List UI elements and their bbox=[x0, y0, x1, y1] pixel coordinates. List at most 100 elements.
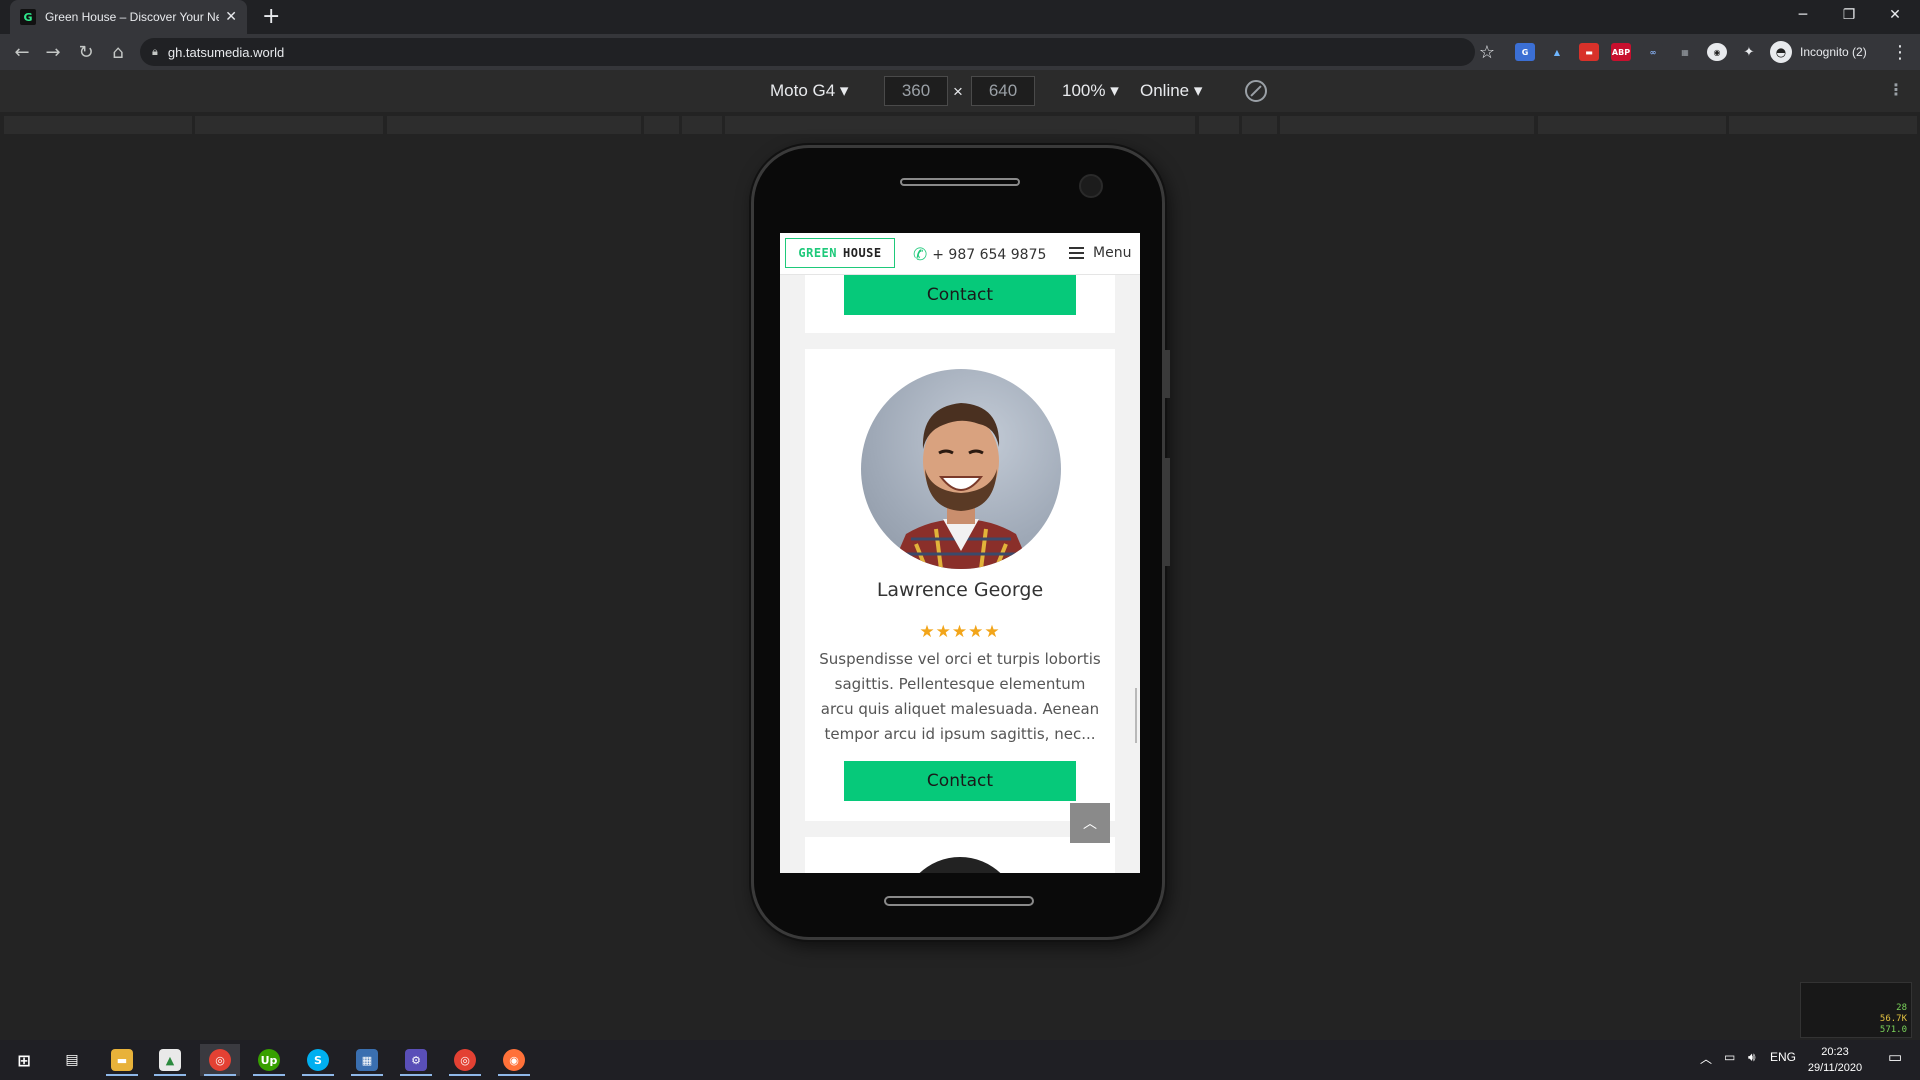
volume-tray-icon[interactable]: 🔊︎ bbox=[1748, 1050, 1756, 1065]
contact-button[interactable]: Contact bbox=[844, 275, 1076, 315]
chart-app-icon[interactable]: ▲ bbox=[150, 1044, 190, 1076]
phone-speaker bbox=[900, 178, 1020, 186]
back-to-top-button[interactable]: ︿ bbox=[1070, 803, 1110, 843]
logo-house-text: HOUSE bbox=[843, 246, 882, 260]
chevron-up-icon: ︿ bbox=[1083, 816, 1097, 832]
phone-icon: ✆ bbox=[913, 245, 928, 265]
team-card-previous: Contact bbox=[805, 275, 1115, 333]
device-toolbar-menu-icon[interactable]: ⋮ bbox=[1888, 80, 1904, 99]
task-view-icon[interactable]: ▤ bbox=[52, 1044, 92, 1076]
tab-title: Green House – Discover Your Ne bbox=[44, 10, 220, 24]
back-icon[interactable]: ← bbox=[10, 40, 34, 64]
upwork-icon[interactable]: Up bbox=[249, 1044, 289, 1076]
reload-icon[interactable]: ↻ bbox=[74, 40, 98, 64]
home-icon[interactable]: ⌂ bbox=[106, 40, 130, 64]
site-header: GREEN HOUSE ✆ + 987 654 9875 Menu bbox=[780, 233, 1140, 275]
incognito-label: Incognito (2) bbox=[1800, 45, 1867, 59]
forward-icon[interactable]: → bbox=[41, 40, 65, 64]
network-monitor-widget: 28 56.7K 571.0 bbox=[1800, 982, 1912, 1038]
site-logo[interactable]: GREEN HOUSE bbox=[785, 238, 895, 268]
address-url: gh.tatsumedia.world bbox=[167, 44, 285, 60]
network-app-icon[interactable]: ⚙ bbox=[396, 1044, 436, 1076]
media-query-segment[interactable] bbox=[725, 116, 1195, 134]
notifications-icon[interactable]: ▭ bbox=[1888, 1048, 1902, 1066]
media-query-segment[interactable] bbox=[1729, 116, 1917, 134]
phone-volume-button bbox=[1165, 350, 1170, 398]
stack-extension-icon[interactable]: ▦ bbox=[1675, 43, 1695, 61]
person-bio: Suspendisse vel orci et turpis lobortis … bbox=[819, 650, 1101, 743]
chrome-active-icon[interactable]: ◎ bbox=[200, 1044, 240, 1076]
taskbar-clock[interactable]: 20:23 29/11/2020 bbox=[1800, 1044, 1870, 1076]
spy-extension-icon[interactable]: ◉ bbox=[1707, 43, 1727, 61]
analytics-extension-icon[interactable]: ▲ bbox=[1547, 43, 1567, 61]
firefox-icon[interactable]: ◉ bbox=[494, 1044, 534, 1076]
incognito-profile-button[interactable]: ◓ Incognito (2) bbox=[1770, 39, 1867, 65]
browser-tab-bar: G Green House – Discover Your Ne ✕ + ─ ❐… bbox=[0, 0, 1920, 34]
language-indicator[interactable]: ENG bbox=[1770, 1050, 1796, 1064]
device-toolbar: Moto G4 ▾ 360 × 640 100% ▾ Online ▾ ⋮ bbox=[0, 70, 1920, 112]
media-query-segment[interactable] bbox=[644, 116, 679, 134]
menu-label: Menu bbox=[1093, 245, 1132, 261]
media-query-segment[interactable] bbox=[1242, 116, 1277, 134]
person-illustration bbox=[891, 403, 1031, 569]
chrome-icon[interactable]: ◎ bbox=[445, 1044, 485, 1076]
skype-icon[interactable]: S bbox=[298, 1044, 338, 1076]
website-viewport: GREEN HOUSE ✆ + 987 654 9875 Menu Contac… bbox=[780, 233, 1140, 873]
windows-start-icon[interactable]: ⊞ bbox=[4, 1044, 44, 1076]
windows-taskbar: ⊞ ▤ ▬ ▲ ◎ Up S ▦ ⚙ ◎ ◉ ︿ ▭ 🔊︎ ENG 20:23 … bbox=[0, 1040, 1920, 1080]
media-query-segment[interactable] bbox=[4, 116, 192, 134]
lock-icon: 🔒︎ bbox=[152, 45, 158, 58]
translate-extension-icon[interactable]: G bbox=[1515, 43, 1535, 61]
media-query-bar bbox=[0, 112, 1920, 138]
viewport-width-input[interactable]: 360 bbox=[884, 76, 948, 106]
network-tray-icon[interactable]: ▭ bbox=[1724, 1050, 1735, 1064]
star-rating: ★★★★★ bbox=[919, 622, 1001, 642]
bookmark-star-icon[interactable]: ☆ bbox=[1475, 40, 1499, 64]
close-window-icon[interactable]: ✕ bbox=[1872, 0, 1918, 30]
browser-tab[interactable]: G Green House – Discover Your Ne ✕ bbox=[10, 0, 247, 34]
restore-icon[interactable]: ❐ bbox=[1826, 0, 1872, 30]
tray-overflow-icon[interactable]: ︿ bbox=[1700, 1050, 1712, 1067]
media-query-segment[interactable] bbox=[682, 116, 722, 134]
phone-power-button bbox=[1165, 458, 1170, 566]
device-name: Moto G4 bbox=[770, 81, 836, 100]
tab-close-icon[interactable]: ✕ bbox=[225, 9, 237, 25]
browser-menu-icon[interactable]: ⋮ bbox=[1888, 40, 1912, 64]
widget-value-3: 571.0 bbox=[1879, 1025, 1907, 1035]
media-query-segment[interactable] bbox=[1280, 116, 1534, 134]
widget-value-1: 28 bbox=[1896, 1003, 1907, 1013]
media-query-segment[interactable] bbox=[1199, 116, 1239, 134]
person-photo bbox=[901, 857, 1019, 873]
adblock-extension-icon[interactable]: ABP bbox=[1611, 43, 1631, 61]
zoom-select[interactable]: 100% ▾ bbox=[1062, 81, 1119, 101]
contact-button[interactable]: Contact bbox=[844, 761, 1076, 801]
viewport-height-input[interactable]: 640 bbox=[971, 76, 1035, 106]
clock-time: 20:23 bbox=[1821, 1046, 1849, 1058]
extensions-puzzle-icon[interactable]: ✦ bbox=[1739, 43, 1759, 61]
person-name: Lawrence George bbox=[876, 579, 1044, 601]
phone-camera bbox=[1079, 174, 1103, 198]
minimize-icon[interactable]: ─ bbox=[1780, 0, 1826, 30]
header-phone-link[interactable]: ✆ + 987 654 9875 bbox=[913, 245, 1046, 265]
new-tab-icon[interactable]: + bbox=[262, 4, 280, 29]
browser-toolbar: ← → ↻ ⌂ 🔒︎ gh.tatsumedia.world ☆ G ▲ ▬ A… bbox=[0, 34, 1920, 70]
file-explorer-icon[interactable]: ▬ bbox=[102, 1044, 142, 1076]
clock-date: 29/11/2020 bbox=[1807, 1062, 1863, 1074]
media-query-segment[interactable] bbox=[195, 116, 383, 134]
media-query-segment[interactable] bbox=[1538, 116, 1726, 134]
red-extension-icon[interactable]: ▬ bbox=[1579, 43, 1599, 61]
phone-home-bar bbox=[884, 896, 1034, 906]
menu-button[interactable]: Menu bbox=[1069, 245, 1131, 261]
team-card-next bbox=[805, 837, 1115, 873]
network-throttle-select[interactable]: Online ▾ bbox=[1140, 81, 1202, 101]
rotate-icon[interactable] bbox=[1245, 80, 1267, 102]
network-value: Online bbox=[1140, 81, 1190, 100]
incognito-icon: ◓ bbox=[1770, 41, 1792, 63]
page-scrollbar[interactable] bbox=[1135, 688, 1137, 743]
media-query-segment[interactable] bbox=[387, 116, 641, 134]
link-extension-icon[interactable]: ∞ bbox=[1643, 43, 1663, 61]
address-bar[interactable]: 🔒︎ gh.tatsumedia.world bbox=[140, 38, 1475, 66]
remote-app-icon[interactable]: ▦ bbox=[347, 1044, 387, 1076]
device-select[interactable]: Moto G4 ▾ bbox=[770, 81, 848, 101]
person-photo bbox=[861, 369, 1061, 569]
